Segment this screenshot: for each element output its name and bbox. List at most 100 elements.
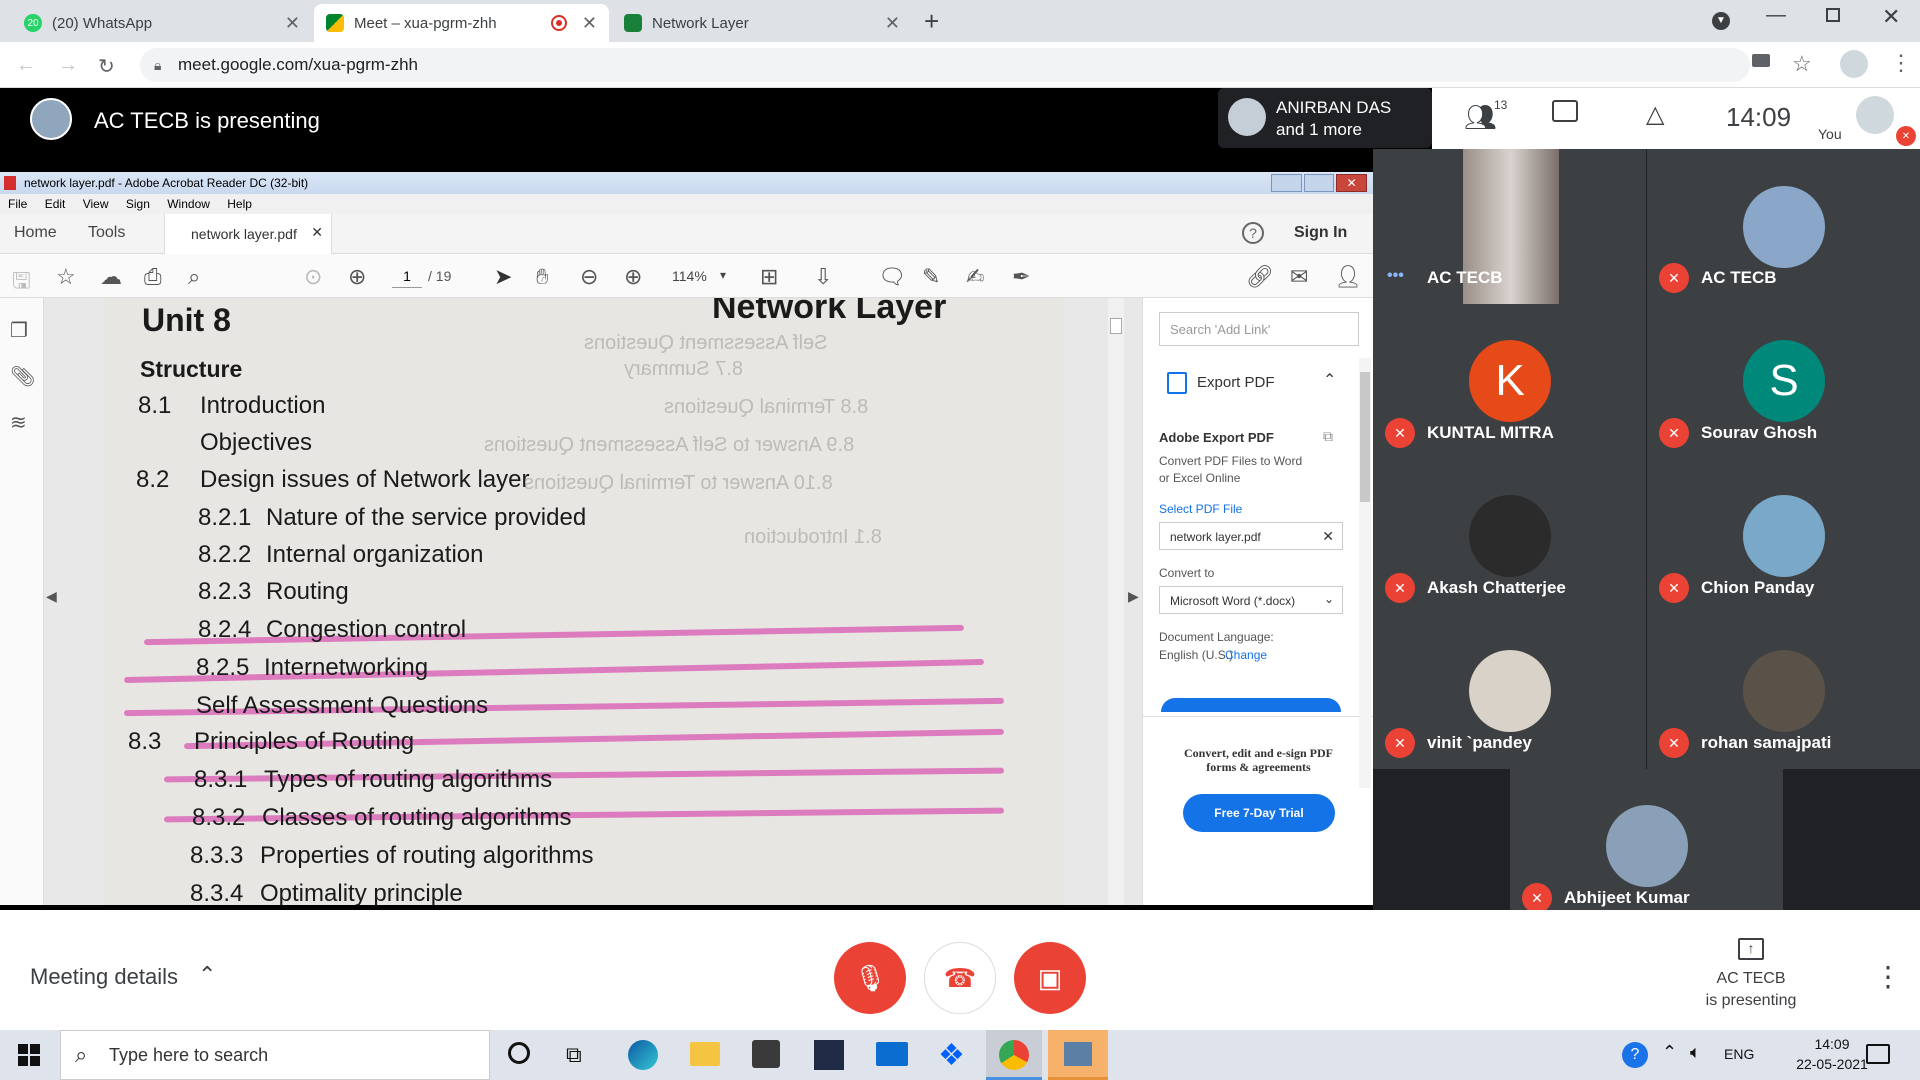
menu-sign[interactable]: Sign bbox=[126, 197, 150, 211]
cortana-icon[interactable] bbox=[508, 1042, 530, 1064]
menu-window[interactable]: Window bbox=[167, 197, 210, 211]
pages-icon[interactable]: ❐ bbox=[10, 318, 28, 343]
windows-start-icon[interactable] bbox=[18, 1044, 40, 1066]
people-icon[interactable]: 👥︎ bbox=[1464, 102, 1497, 133]
email-icon[interactable]: ✉︎ bbox=[1290, 264, 1308, 290]
vertical-scrollbar[interactable] bbox=[1108, 298, 1124, 905]
convert-button[interactable] bbox=[1161, 698, 1341, 712]
participant-tile[interactable]: ✕ AC TECB bbox=[1647, 149, 1920, 304]
back-icon[interactable]: ← bbox=[16, 54, 36, 77]
tab-meet[interactable]: Meet – xua-pgrm-zhh ✕ bbox=[314, 4, 609, 42]
save-icon[interactable]: 🖫︎ bbox=[12, 264, 31, 302]
task-view-icon[interactable]: ⧉ bbox=[566, 1042, 582, 1068]
zoom-in-icon[interactable]: ⊕ bbox=[624, 264, 642, 290]
taskbar-search-box[interactable]: ⌕ Type here to search bbox=[60, 1030, 490, 1080]
convert-format-select[interactable]: Microsoft Word (*.docx) ⌄ bbox=[1159, 586, 1343, 614]
taskbar-clock-time[interactable]: 14:09 bbox=[1790, 1036, 1874, 1052]
chat-icon[interactable] bbox=[1552, 100, 1578, 122]
scroll-thumb[interactable] bbox=[1110, 318, 1122, 334]
participant-tile[interactable]: ✕ Akash Chatterjee bbox=[1373, 459, 1646, 614]
pane-scroll-thumb[interactable] bbox=[1360, 372, 1370, 502]
next-page-icon[interactable]: ⊕ bbox=[348, 264, 366, 290]
copy-icon[interactable]: ⧉ bbox=[1323, 428, 1333, 445]
minimize-icon[interactable] bbox=[1271, 174, 1302, 192]
maximize-icon[interactable] bbox=[1826, 8, 1840, 22]
camera-toggle-button[interactable]: ▣ bbox=[1014, 942, 1086, 1014]
document-viewport[interactable]: ◀ Self Assessment Questions 8.7 Summary … bbox=[44, 298, 1142, 905]
close-tab-icon[interactable]: ✕ bbox=[885, 13, 900, 34]
more-options-icon[interactable]: ••• bbox=[1387, 267, 1404, 285]
participant-tile[interactable]: ✕ rohan samajpati bbox=[1647, 614, 1920, 769]
tab-network-layer[interactable]: Network Layer ✕ bbox=[612, 4, 912, 42]
help-icon[interactable]: ? bbox=[1242, 222, 1264, 244]
forward-icon[interactable]: → bbox=[58, 54, 78, 77]
comment-icon[interactable]: 🗨︎ bbox=[878, 264, 906, 290]
close-icon[interactable]: ✕ bbox=[1336, 174, 1368, 192]
participant-tile[interactable]: K ✕ KUNTAL MITRA bbox=[1373, 304, 1646, 459]
free-trial-button[interactable]: Free 7-Day Trial bbox=[1183, 794, 1335, 832]
attachment-icon[interactable]: 📎︎ bbox=[10, 364, 35, 389]
input-language[interactable]: ENG bbox=[1724, 1046, 1754, 1062]
select-cursor-icon[interactable]: ➤ bbox=[494, 264, 512, 290]
tools-search-input[interactable]: Search 'Add Link' bbox=[1159, 312, 1359, 346]
bookmark-star-icon[interactable]: ☆ bbox=[1792, 51, 1812, 77]
chrome-taskbar-button[interactable] bbox=[986, 1030, 1042, 1080]
menu-view[interactable]: View bbox=[83, 197, 109, 211]
browser-menu-icon[interactable]: ⋮ bbox=[1890, 50, 1912, 76]
profile-avatar[interactable] bbox=[1840, 50, 1868, 78]
mail-icon[interactable] bbox=[876, 1042, 908, 1066]
search-zoom-icon[interactable]: ⌕ bbox=[188, 264, 200, 290]
menu-help[interactable]: Help bbox=[227, 197, 252, 211]
fit-page-icon[interactable]: ⊞ bbox=[760, 264, 778, 290]
draw-icon[interactable]: ✍︎ bbox=[966, 264, 984, 290]
pane-scrollbar[interactable] bbox=[1359, 358, 1371, 788]
participant-tile[interactable]: ✕ vinit `pandey bbox=[1373, 614, 1646, 769]
zoom-level[interactable]: 114% bbox=[672, 268, 707, 284]
hand-tool-icon[interactable]: ✋︎ bbox=[536, 264, 549, 290]
change-language-link[interactable]: Change bbox=[1225, 648, 1267, 662]
more-options-icon[interactable]: ⋮ bbox=[1874, 960, 1902, 993]
link-icon[interactable]: 🔗︎ bbox=[1246, 264, 1274, 290]
layers-icon[interactable]: ≋ bbox=[10, 410, 27, 435]
highlight-icon[interactable]: ✎ bbox=[922, 264, 940, 290]
collapse-left-icon[interactable]: ◀ bbox=[46, 588, 57, 605]
app-icon[interactable] bbox=[814, 1040, 844, 1070]
upload-cloud-icon[interactable]: ☁︎ bbox=[100, 264, 122, 290]
tab-home[interactable]: Home bbox=[14, 224, 57, 242]
leave-call-button[interactable]: ☎︎ bbox=[924, 942, 996, 1014]
file-explorer-icon[interactable] bbox=[690, 1042, 720, 1066]
close-doc-icon[interactable]: ✕ bbox=[311, 224, 323, 241]
clear-file-icon[interactable]: ✕ bbox=[1322, 528, 1334, 545]
close-tab-icon[interactable]: ✕ bbox=[285, 13, 300, 34]
sign-icon[interactable]: ✒︎ bbox=[1012, 264, 1030, 290]
expand-right-icon[interactable]: ▶ bbox=[1128, 588, 1139, 605]
tab-search-icon[interactable]: ▼ bbox=[1712, 12, 1730, 30]
url-field[interactable]: 🔒︎ meet.google.com/xua-pgrm-zhh bbox=[140, 48, 1750, 82]
export-pdf-label[interactable]: Export PDF bbox=[1197, 374, 1275, 391]
mic-toggle-button[interactable]: 🎙︎ bbox=[834, 942, 906, 1014]
camera-blocked-icon[interactable] bbox=[1752, 54, 1770, 67]
tray-chevron-up-icon[interactable]: ⌃ bbox=[1662, 1042, 1677, 1063]
meeting-details-label[interactable]: Meeting details bbox=[30, 964, 178, 990]
taskbar-clock-date[interactable]: 22-05-2021 bbox=[1790, 1056, 1874, 1072]
select-pdf-file-link[interactable]: Select PDF File bbox=[1159, 502, 1242, 516]
print-icon[interactable]: ⎙ bbox=[144, 264, 162, 290]
scroll-mode-icon[interactable]: ⇩ bbox=[814, 264, 832, 290]
zoom-out-icon[interactable]: ⊖ bbox=[580, 264, 598, 290]
restore-icon[interactable] bbox=[1303, 174, 1335, 192]
edge-icon[interactable] bbox=[628, 1040, 658, 1070]
participant-tile[interactable]: S ✕ Sourav Ghosh bbox=[1647, 304, 1920, 459]
participant-tile[interactable]: ••• AC TECB bbox=[1373, 149, 1646, 304]
participant-tile[interactable]: ✕ Chion Panday bbox=[1647, 459, 1920, 614]
new-tab-icon[interactable]: + bbox=[924, 6, 939, 37]
tab-document[interactable]: network layer.pdf ✕ bbox=[164, 214, 332, 254]
selected-file-field[interactable]: network layer.pdf ✕ bbox=[1159, 522, 1343, 550]
help-tray-icon[interactable]: ? bbox=[1622, 1042, 1648, 1068]
tab-whatsapp[interactable]: 20 (20) WhatsApp ✕ bbox=[12, 4, 312, 42]
tab-tools[interactable]: Tools bbox=[88, 224, 125, 242]
reload-icon[interactable]: ↻ bbox=[98, 54, 115, 79]
store-icon[interactable] bbox=[752, 1040, 780, 1068]
share-user-icon[interactable]: 👤︎ bbox=[1334, 264, 1362, 290]
page-number-input[interactable]: 1 bbox=[392, 264, 422, 288]
menu-edit[interactable]: Edit bbox=[45, 197, 66, 211]
